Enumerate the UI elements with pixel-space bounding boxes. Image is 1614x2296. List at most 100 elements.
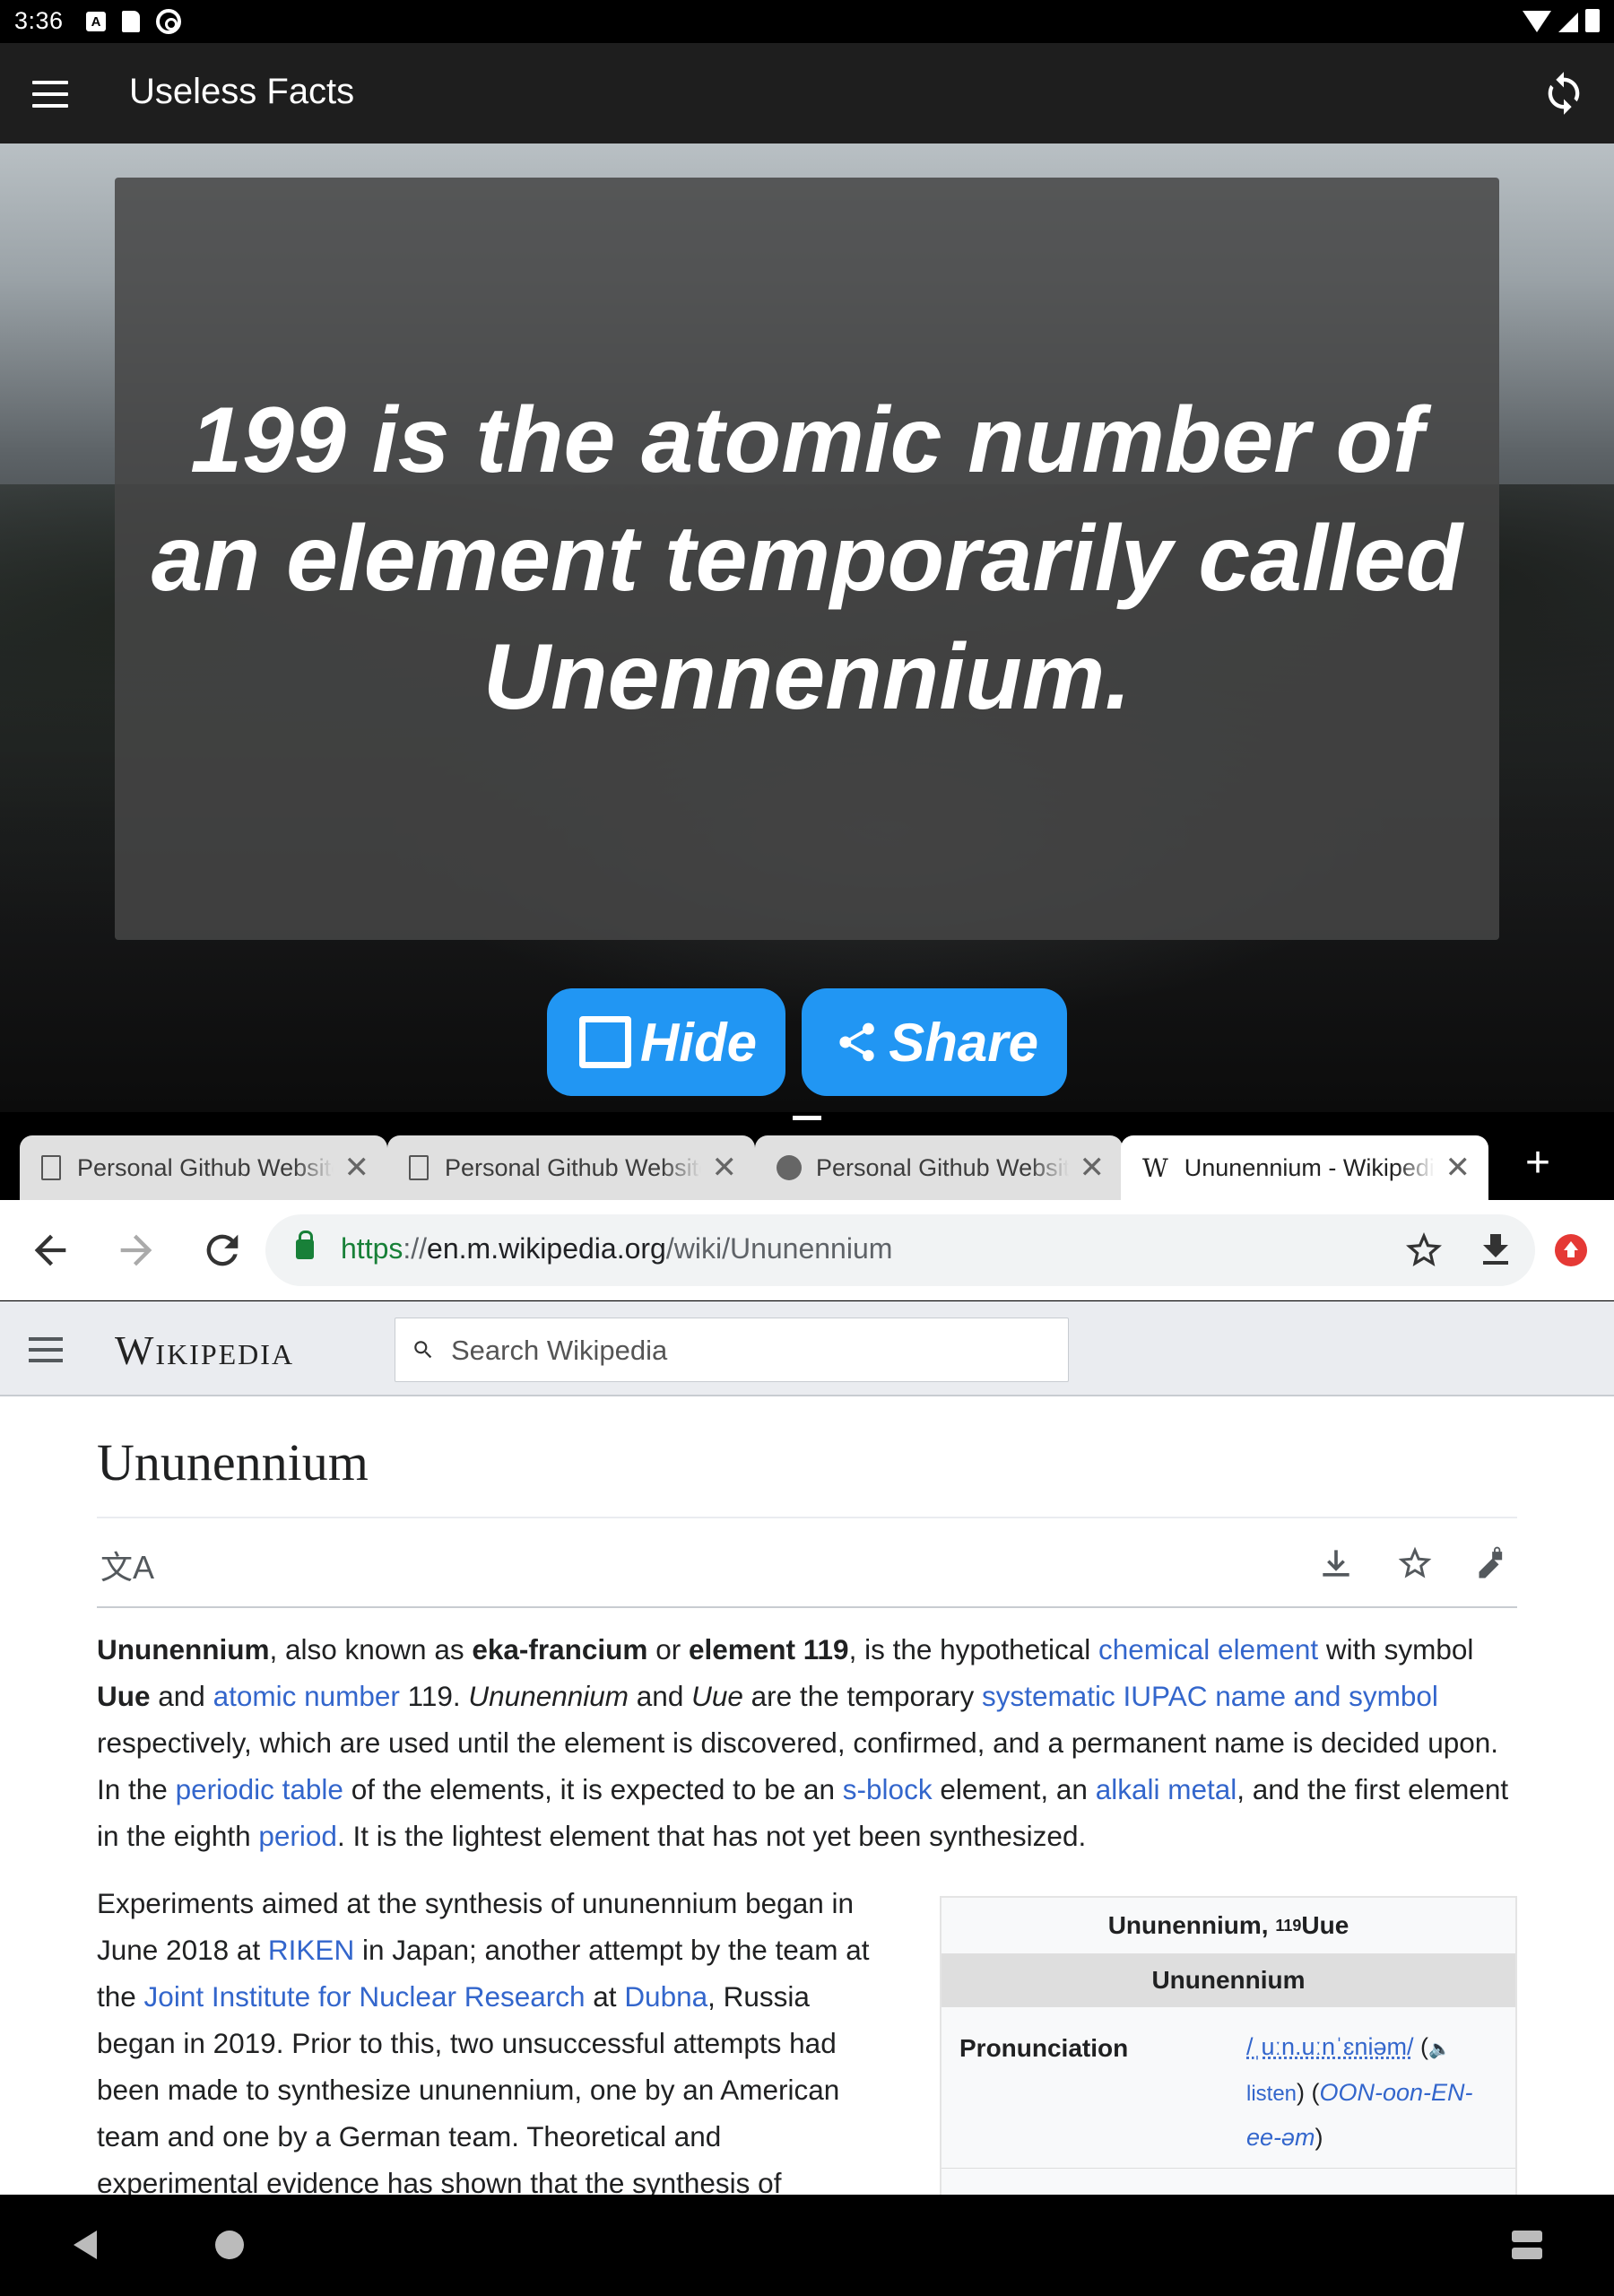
article-link[interactable]: atomic number bbox=[213, 1680, 400, 1712]
pron-paren-mid: ) ( bbox=[1297, 2079, 1320, 2106]
infobox-title-subscript: 119 bbox=[1275, 1916, 1302, 1935]
nav-recents-icon[interactable] bbox=[1512, 2231, 1542, 2259]
reload-icon[interactable] bbox=[199, 1227, 246, 1274]
download-icon[interactable] bbox=[1474, 1229, 1517, 1272]
article-link[interactable]: RIKEN bbox=[268, 1934, 354, 1966]
listen-link[interactable]: listen bbox=[1246, 2082, 1297, 2106]
hamburger-menu-icon[interactable] bbox=[32, 81, 68, 108]
extension-upload-icon[interactable] bbox=[1555, 1234, 1587, 1266]
tab-close-icon[interactable]: ✕ bbox=[1445, 1150, 1471, 1186]
a-notification-icon: A bbox=[86, 12, 106, 31]
share-icon bbox=[839, 1022, 874, 1062]
bookmark-star-icon[interactable] bbox=[1402, 1229, 1445, 1272]
tab-title: Ununennium - Wikipedia bbox=[1184, 1153, 1435, 1181]
status-bar: 3:36 A bbox=[0, 0, 1614, 43]
browser-tab-active[interactable]: W Ununennium - Wikipedia ✕ bbox=[1121, 1135, 1488, 1200]
body-text: with symbol bbox=[1318, 1633, 1474, 1665]
article-link[interactable]: Joint Institute for Nuclear Research bbox=[144, 1980, 586, 2013]
infobox-title: Ununennium, 119 Uue bbox=[941, 1898, 1515, 1953]
pronunciation-value: /ˌuːn.uːnˈɛniəm/ (🔈listen) (OON-oon-EN-e… bbox=[1246, 2025, 1506, 2159]
bold-text: Uue bbox=[97, 1680, 151, 1712]
body-text: . It is the lightest element that has no… bbox=[336, 1820, 1087, 1852]
tab-title: Personal Github Website bbox=[77, 1153, 334, 1181]
url-bar[interactable]: https://en.m.wikipedia.org/wiki/Ununenni… bbox=[265, 1214, 1535, 1286]
globe-icon bbox=[777, 1155, 802, 1180]
wikipedia-logo[interactable]: Wikipedia bbox=[115, 1326, 294, 1374]
italic-text: Ununennium bbox=[468, 1680, 629, 1712]
tab-close-icon[interactable]: ✕ bbox=[1080, 1150, 1106, 1186]
bold-text: element 119 bbox=[688, 1633, 849, 1665]
page-icon bbox=[409, 1155, 429, 1180]
fact-actions: Hide Share bbox=[547, 988, 1067, 1096]
speaker-icon[interactable]: 🔈 bbox=[1428, 2039, 1451, 2059]
wiki-search-input[interactable]: Search Wikipedia bbox=[395, 1318, 1069, 1382]
wifi-icon bbox=[1523, 11, 1551, 32]
url-path: /wiki/Ununennium bbox=[665, 1232, 893, 1265]
article-link[interactable]: systematic IUPAC name and symbol bbox=[982, 1680, 1438, 1712]
language-icon[interactable]: 文A bbox=[100, 1542, 154, 1588]
browser-tab[interactable]: Personal Github Website ✕ bbox=[755, 1135, 1123, 1200]
ipa-link[interactable]: /ˌuːn.uːnˈɛniəm/ bbox=[1246, 2033, 1413, 2060]
pron-paren-close: ) bbox=[1315, 2124, 1323, 2151]
article-link[interactable]: period bbox=[258, 1820, 337, 1852]
fact-text: 199 is the atomic number of an element t… bbox=[151, 388, 1463, 729]
battery-icon bbox=[1585, 9, 1600, 32]
back-arrow-icon[interactable] bbox=[27, 1227, 74, 1274]
tab-close-icon[interactable]: ✕ bbox=[712, 1150, 738, 1186]
fact-card: 199 is the atomic number of an element t… bbox=[115, 178, 1499, 940]
article-link[interactable]: alkali metal bbox=[1096, 1773, 1237, 1805]
wiki-menu-icon[interactable] bbox=[29, 1337, 63, 1362]
url-separator: :// bbox=[403, 1232, 428, 1265]
url-text[interactable]: https://en.m.wikipedia.org/wiki/Ununenni… bbox=[341, 1232, 892, 1265]
forward-arrow-icon[interactable] bbox=[113, 1227, 160, 1274]
sd-card-icon bbox=[122, 11, 140, 32]
body-text: or bbox=[647, 1633, 689, 1665]
infobox-title-symbol: Uue bbox=[1301, 1911, 1349, 1939]
nav-back-icon[interactable] bbox=[74, 2231, 97, 2259]
bold-text: Ununennium bbox=[97, 1633, 270, 1665]
wiki-header: Wikipedia Search Wikipedia bbox=[0, 1301, 1614, 1396]
new-tab-button[interactable]: + bbox=[1515, 1141, 1560, 1186]
body-text: and bbox=[629, 1680, 692, 1712]
tab-close-icon[interactable]: ✕ bbox=[344, 1150, 370, 1186]
article-link[interactable]: s-block bbox=[843, 1773, 933, 1805]
app-title: Useless Facts bbox=[129, 72, 355, 111]
article-paragraph-1: Ununennium, also known as eka-francium o… bbox=[97, 1626, 1517, 1859]
share-button[interactable]: Share bbox=[802, 988, 1067, 1096]
article-link[interactable]: chemical element bbox=[1098, 1633, 1318, 1665]
sync-icon[interactable] bbox=[1540, 70, 1587, 117]
search-icon bbox=[414, 1341, 432, 1359]
tab-title: Personal Github Website bbox=[816, 1153, 1069, 1181]
system-nav-bar bbox=[0, 2195, 1614, 2296]
body-text: and bbox=[150, 1680, 213, 1712]
article-link[interactable]: Dubna bbox=[624, 1980, 707, 2013]
browser-tab[interactable]: Personal Github Website ✕ bbox=[387, 1135, 755, 1200]
hide-label: Hide bbox=[639, 1012, 757, 1073]
infobox-title-name: Ununennium, bbox=[1107, 1911, 1276, 1939]
split-screen-handle[interactable] bbox=[793, 1116, 821, 1120]
hide-button[interactable]: Hide bbox=[547, 988, 785, 1096]
url-host: en.m.wikipedia.org bbox=[427, 1232, 666, 1265]
infobox: Ununennium, 119 Uue Ununennium Pronunciat… bbox=[940, 1896, 1517, 2195]
fact-background: 199 is the atomic number of an element t… bbox=[0, 144, 1614, 1112]
article-paragraph-2: Experiments aimed at the synthesis of un… bbox=[97, 1880, 886, 2195]
body-text: , also known as bbox=[269, 1633, 473, 1665]
edit-lock-icon[interactable] bbox=[1474, 1544, 1514, 1583]
app-bar: Useless Facts bbox=[0, 43, 1614, 144]
body-text: at bbox=[585, 1980, 625, 2013]
nav-home-icon[interactable] bbox=[215, 2231, 244, 2259]
article-link[interactable]: periodic table bbox=[176, 1773, 343, 1805]
pron-paren-open: ( bbox=[1413, 2033, 1428, 2060]
page-icon bbox=[41, 1155, 61, 1180]
italic-text: Uue bbox=[691, 1680, 743, 1712]
status-time: 3:36 bbox=[14, 7, 64, 34]
body-text: , is the hypothetical bbox=[848, 1633, 1098, 1665]
infobox-header: Ununennium bbox=[941, 1953, 1515, 2007]
at-sign-icon bbox=[156, 9, 181, 34]
download-page-icon[interactable] bbox=[1316, 1544, 1356, 1583]
browser-tab[interactable]: Personal Github Website ✕ bbox=[20, 1135, 387, 1200]
infobox-row-pronunciation: Pronunciation /ˌuːn.uːnˈɛniəm/ (🔈 listen)… bbox=[941, 2007, 1515, 2169]
lock-icon bbox=[296, 1231, 314, 1259]
watch-star-icon[interactable] bbox=[1395, 1544, 1435, 1583]
search-placeholder: Search Wikipedia bbox=[451, 1335, 668, 1366]
